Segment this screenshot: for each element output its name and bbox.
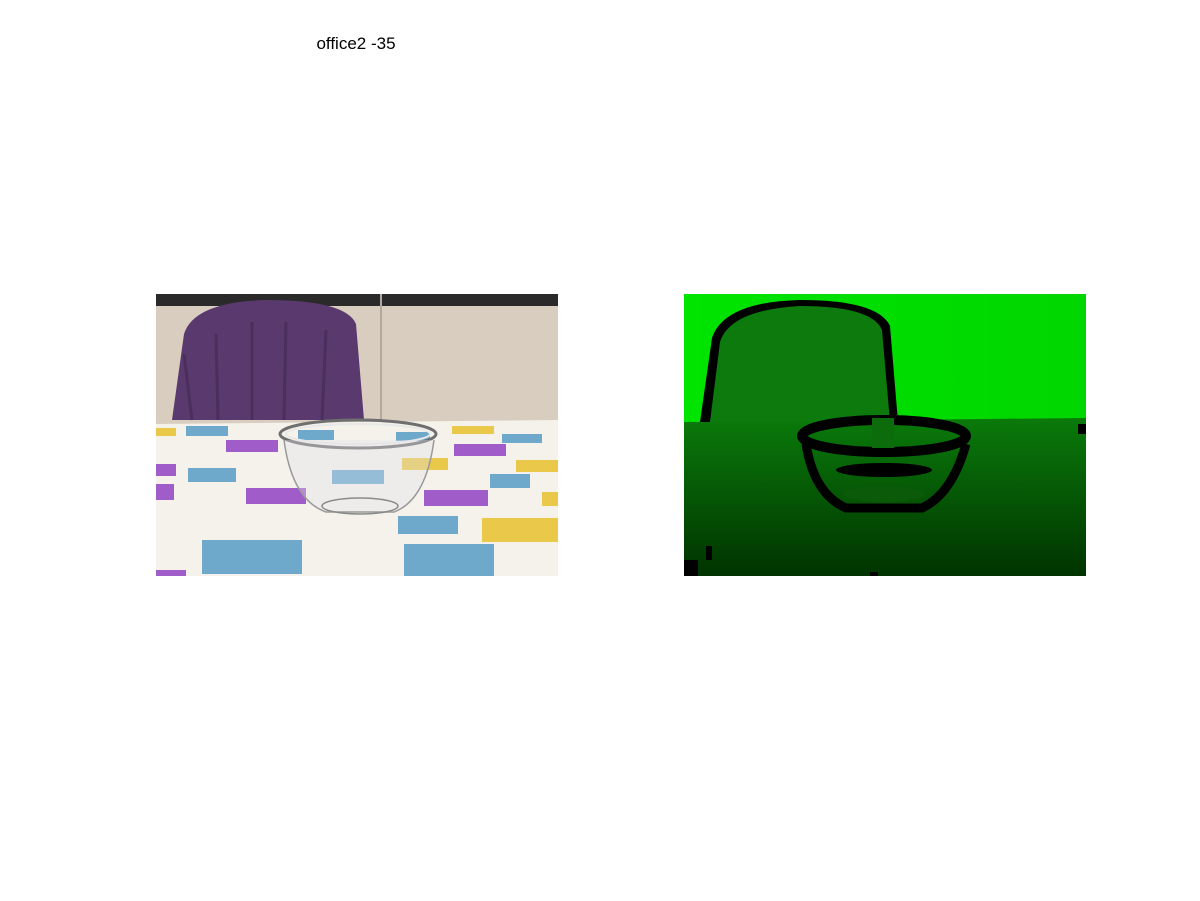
depth-map-panel	[684, 294, 1086, 576]
ceiling-strip	[156, 294, 558, 306]
figure-title: office2 -35	[316, 34, 396, 53]
rgb-image	[156, 294, 558, 576]
depth-chair	[710, 306, 890, 422]
depth-map	[684, 294, 1086, 576]
chair-back	[172, 300, 364, 420]
rgb-image-panel	[156, 294, 558, 576]
figure-canvas: office2 -35	[0, 0, 1200, 901]
wall-seam	[380, 294, 382, 424]
